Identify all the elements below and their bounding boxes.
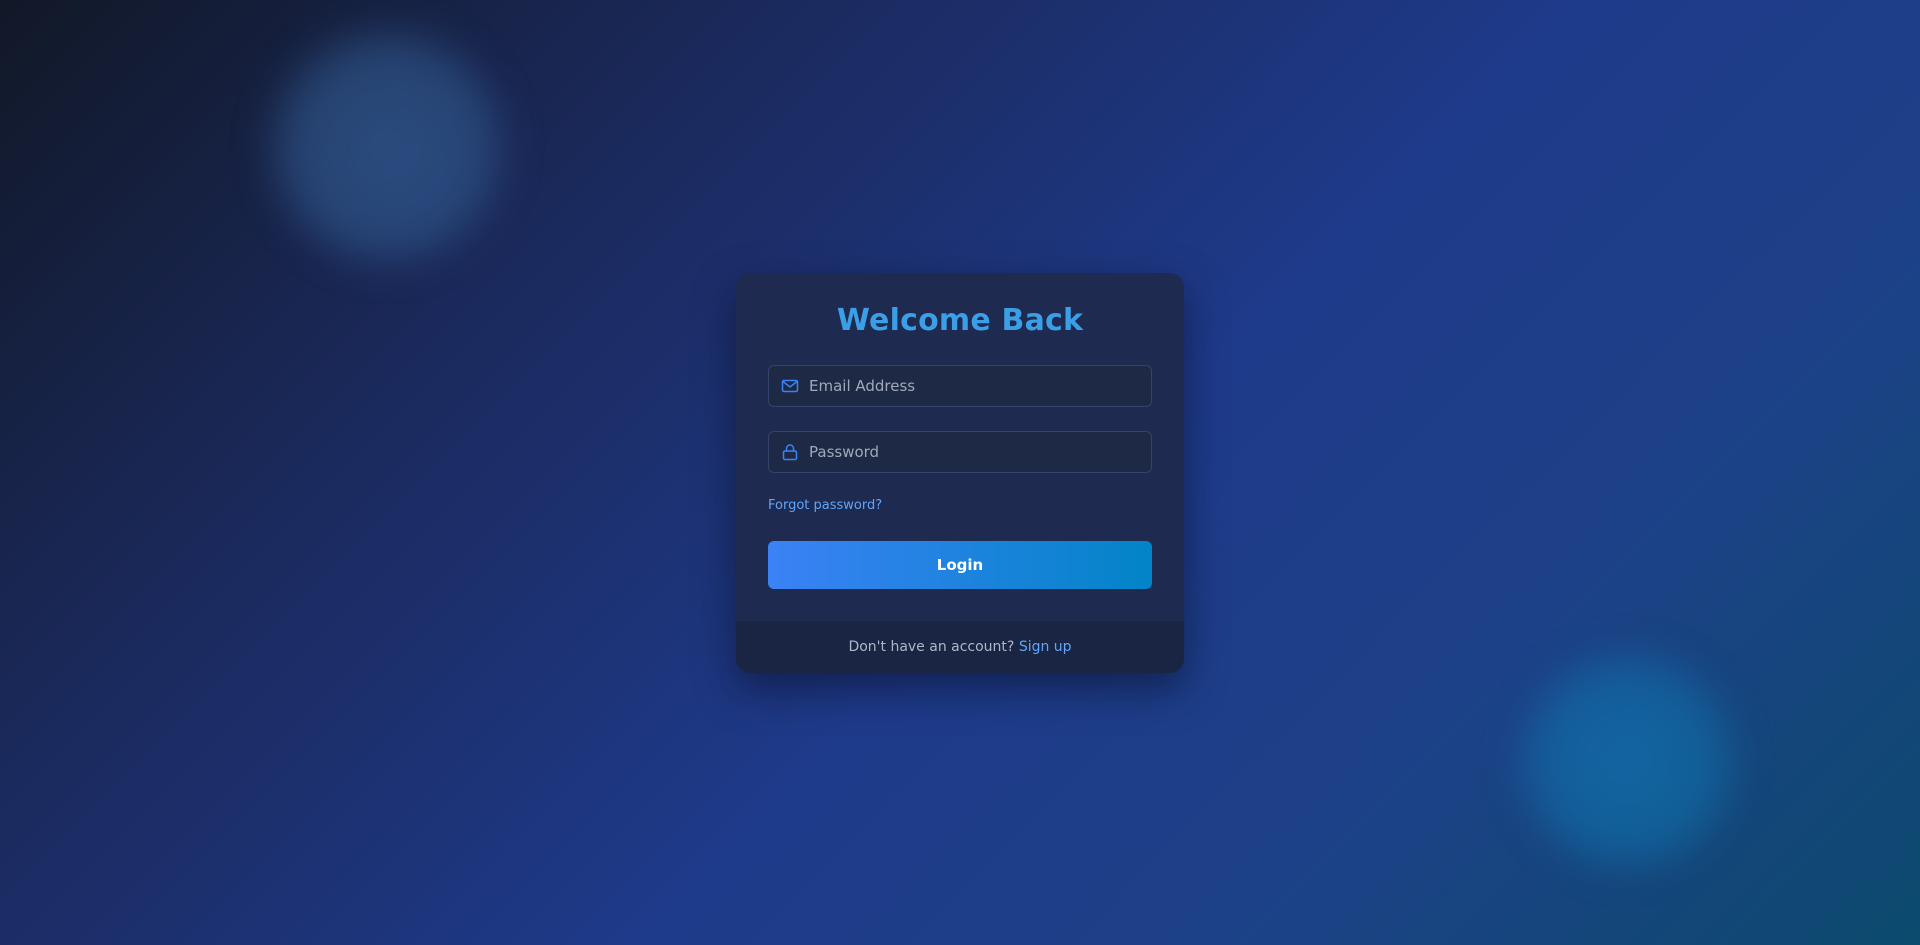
background-orb-top-left: [262, 22, 512, 272]
signup-footer: Don't have an account? Sign up: [736, 621, 1184, 673]
login-card: Welcome Back Forgot password? Login: [736, 273, 1184, 673]
lock-icon: [781, 443, 799, 461]
page-title: Welcome Back: [836, 303, 1084, 338]
login-button[interactable]: Login: [768, 541, 1152, 589]
background-orb-bottom-right: [1512, 646, 1742, 876]
password-field[interactable]: [768, 431, 1152, 473]
password-input[interactable]: [809, 432, 1145, 472]
email-input[interactable]: [809, 366, 1145, 406]
signup-prompt: Don't have an account?: [848, 639, 1019, 655]
email-field[interactable]: [768, 365, 1152, 407]
mail-icon: [781, 377, 799, 395]
login-form: Welcome Back Forgot password? Login: [736, 273, 1184, 621]
forgot-password-link[interactable]: Forgot password?: [768, 498, 882, 513]
signup-link[interactable]: Sign up: [1019, 639, 1072, 655]
